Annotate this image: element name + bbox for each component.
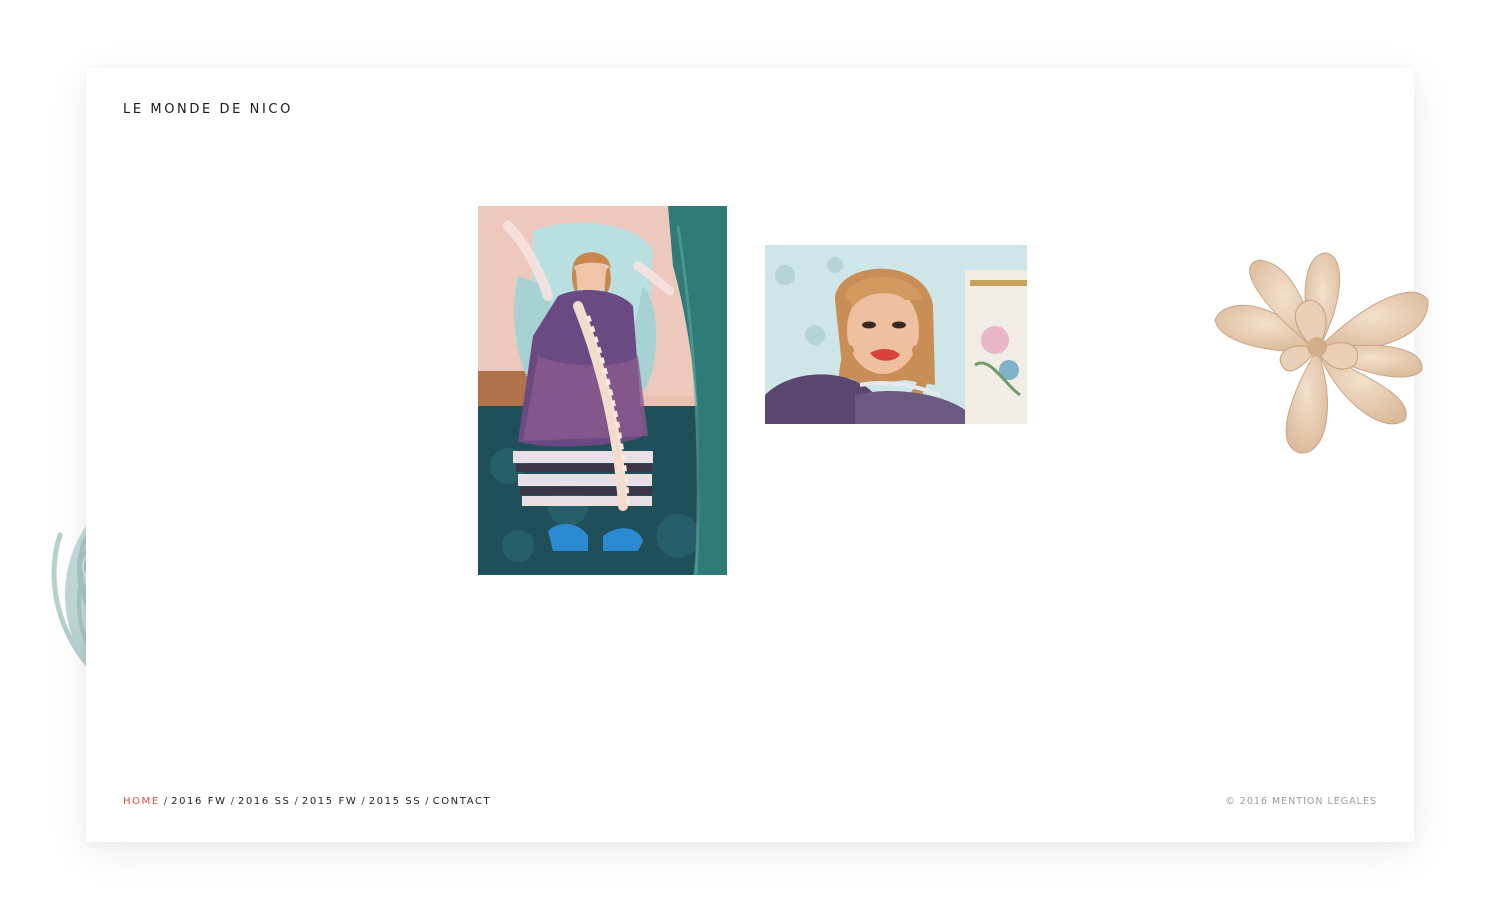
site-title-logo[interactable]: LE MONDE DE NICO: [123, 102, 293, 117]
nav-separator: /: [163, 796, 168, 807]
nav-separator: /: [425, 796, 429, 807]
paper-flower-icon: [1200, 245, 1435, 460]
nav-link-2015-ss[interactable]: 2015 SS: [369, 796, 422, 807]
nav-link-contact[interactable]: CONTACT: [433, 796, 492, 807]
nav-link-2016-ss[interactable]: 2016 SS: [238, 796, 291, 807]
nav-link-2015-fw[interactable]: 2015 FW: [302, 796, 357, 807]
nav-link-home[interactable]: HOME: [123, 796, 160, 807]
nav-separator: /: [230, 796, 234, 807]
nav-link-2016-fw[interactable]: 2016 FW: [171, 796, 226, 807]
gallery-photo-1[interactable]: [478, 206, 727, 575]
nav-separator: /: [294, 796, 298, 807]
footer-nav: HOME / 2016 FW / 2016 SS / 2015 FW / 201…: [123, 796, 491, 807]
gallery-photo-2[interactable]: [765, 245, 1027, 424]
nav-separator: /: [361, 796, 365, 807]
legal-mentions-link[interactable]: © 2016 MENTION LEGALES: [1225, 796, 1377, 807]
